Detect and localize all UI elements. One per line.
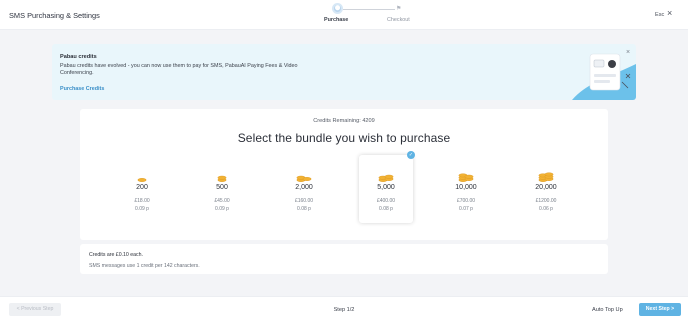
bundle-price: £700.00 (456, 198, 476, 204)
bundle-unit-price: 0.06 p (539, 206, 553, 212)
bundle-price: £160.00 (294, 198, 314, 204)
step-purchase-indicator: ⬤ (332, 3, 343, 14)
bundle-option[interactable]: 5,000 £400.00 0.08 p ✓ (359, 151, 415, 223)
bundle-price: £45.00 (214, 198, 230, 204)
purchase-credits-link[interactable]: Purchase Credits (60, 86, 104, 92)
next-step-button[interactable]: Next Step > (639, 303, 681, 316)
bundle-price: £18.00 (134, 198, 150, 204)
footer-bar: < Previous Step Step 1/2 Auto Top Up Nex… (0, 296, 688, 322)
cart-icon: ⬤ (334, 5, 341, 11)
credits-info-banner: Pabau credits Pabau credits have evolved… (52, 44, 636, 100)
header-bar: SMS Purchasing & Settings ⬤ ⚑ Purchase C… (0, 0, 688, 30)
bundle-option[interactable]: 20,000 £1200.00 0.06 p (519, 155, 573, 223)
banner-body: Pabau credits have evolved - you can now… (60, 63, 298, 77)
step-checkout-label: Checkout (387, 17, 410, 23)
bundle-unit-price: 0.09 p (135, 206, 149, 212)
bundle-price: £400.00 (376, 198, 396, 204)
bundle-quantity: 200 (136, 184, 148, 191)
bundle-quantity: 20,000 (535, 184, 557, 191)
bundle-option[interactable]: 2,000 £160.00 0.08 p (277, 155, 331, 223)
credit-info-card: Credits are £0.10 each. SMS messages use… (80, 244, 608, 274)
bundle-quantity: 2,000 (295, 184, 313, 191)
bundle-option[interactable]: 10,000 £700.00 0.07 p (439, 155, 493, 223)
bundle-quantity: 5,000 (377, 184, 395, 191)
auto-top-up-link[interactable]: Auto Top Up (592, 307, 623, 313)
bundle-unit-price: 0.08 p (297, 206, 311, 212)
credits-remaining: Credits Remaining: 4209 (313, 118, 375, 124)
bundle-quantity: 500 (216, 184, 228, 191)
step-purchase-label: Purchase (324, 17, 349, 23)
coin-stack-icon (458, 173, 474, 182)
page-title: SMS Purchasing & Settings (9, 11, 100, 20)
bundle-quantity: 10,000 (455, 184, 477, 191)
stepper-line (343, 9, 395, 10)
banner-close-icon[interactable]: × (626, 49, 630, 56)
esc-label[interactable]: Esc (655, 12, 664, 18)
close-icon[interactable]: × (667, 9, 672, 18)
selected-check-icon: ✓ (407, 151, 415, 159)
coin-stack-icon (137, 178, 147, 182)
bundle-selection-card: Credits Remaining: 4209 Select the bundl… (80, 109, 608, 240)
banner-title: Pabau credits (60, 54, 97, 60)
bundle-unit-price: 0.08 p (379, 206, 393, 212)
bundle-price: £1200.00 (535, 198, 557, 204)
sms-usage-note: SMS messages use 1 credit per 142 charac… (89, 263, 200, 269)
bundle-option[interactable]: 200 £18.00 0.09 p (115, 155, 169, 223)
bundle-unit-price: 0.09 p (215, 206, 229, 212)
coin-stack-icon (217, 175, 227, 182)
credit-price-note: Credits are £0.10 each. (89, 252, 143, 258)
flag-icon: ⚑ (396, 6, 402, 12)
bundle-option[interactable]: 500 £45.00 0.09 p (195, 155, 249, 223)
coin-stack-icon (538, 172, 554, 182)
step-counter: Step 1/2 (333, 307, 355, 313)
bundle-section-title: Select the bundle you wish to purchase (237, 131, 451, 145)
coin-stack-icon (296, 175, 312, 182)
coin-stack-icon (378, 174, 394, 182)
bundle-unit-price: 0.07 p (459, 206, 473, 212)
